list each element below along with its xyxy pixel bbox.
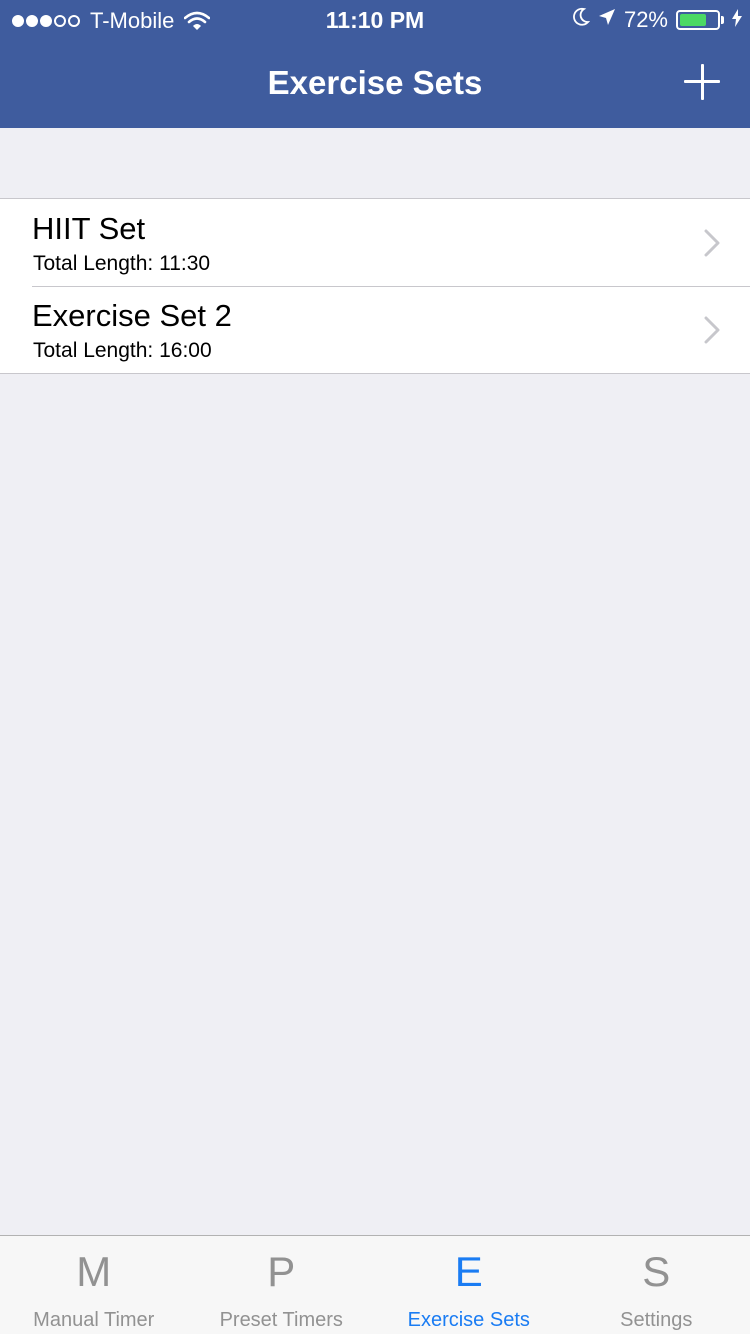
battery-body bbox=[676, 10, 720, 30]
chevron-right-icon bbox=[704, 316, 720, 344]
add-exercise-set-button[interactable] bbox=[682, 62, 722, 102]
tab-exercise-sets[interactable]: E Exercise Sets bbox=[375, 1236, 563, 1334]
exercise-set-row[interactable]: Exercise Set 2 Total Length: 16:00 bbox=[0, 286, 750, 373]
location-arrow-icon bbox=[598, 7, 616, 33]
exercise-sets-tab-icon: E bbox=[454, 1248, 483, 1295]
exercise-set-title: Exercise Set 2 bbox=[32, 298, 232, 333]
battery-percent: 72% bbox=[623, 7, 668, 32]
exercise-set-list: HIIT Set Total Length: 11:30 Exercise Se… bbox=[0, 198, 750, 374]
battery-icon bbox=[676, 10, 724, 30]
tab-preset-timers[interactable]: P Preset Timers bbox=[188, 1236, 376, 1334]
page-title: Exercise Sets bbox=[267, 64, 483, 101]
settings-tab-icon: S bbox=[642, 1248, 671, 1295]
exercise-set-length: Total Length: 16:00 bbox=[33, 339, 212, 362]
tab-label: Preset Timers bbox=[219, 1309, 343, 1331]
screen: T-Mobile 11:10 PM 72% Exercise Sets HIIT… bbox=[0, 0, 750, 1334]
tab-label: Manual Timer bbox=[33, 1309, 155, 1331]
tab-bar: M Manual Timer P Preset Timers E Exercis… bbox=[0, 1235, 750, 1334]
preset-timers-tab-icon: P bbox=[267, 1248, 296, 1295]
tab-settings[interactable]: S Settings bbox=[563, 1236, 750, 1334]
tab-label: Settings bbox=[620, 1309, 693, 1331]
battery-fill bbox=[680, 14, 706, 26]
tab-label: Exercise Sets bbox=[407, 1309, 530, 1331]
exercise-set-row[interactable]: HIIT Set Total Length: 11:30 bbox=[0, 199, 750, 286]
exercise-set-length: Total Length: 11:30 bbox=[33, 252, 211, 275]
exercise-set-title: HIIT Set bbox=[32, 211, 146, 246]
chevron-right-icon bbox=[704, 229, 720, 257]
navigation-bar: T-Mobile 11:10 PM 72% Exercise Sets bbox=[0, 0, 750, 128]
moon-icon bbox=[572, 7, 591, 33]
status-bar: T-Mobile 11:10 PM 72% bbox=[0, 0, 750, 40]
battery-cap bbox=[721, 16, 724, 24]
status-right: 72% bbox=[572, 7, 742, 33]
charging-bolt-icon bbox=[732, 7, 742, 33]
tab-manual-timer[interactable]: M Manual Timer bbox=[0, 1236, 188, 1334]
manual-timer-tab-icon: M bbox=[76, 1248, 112, 1295]
